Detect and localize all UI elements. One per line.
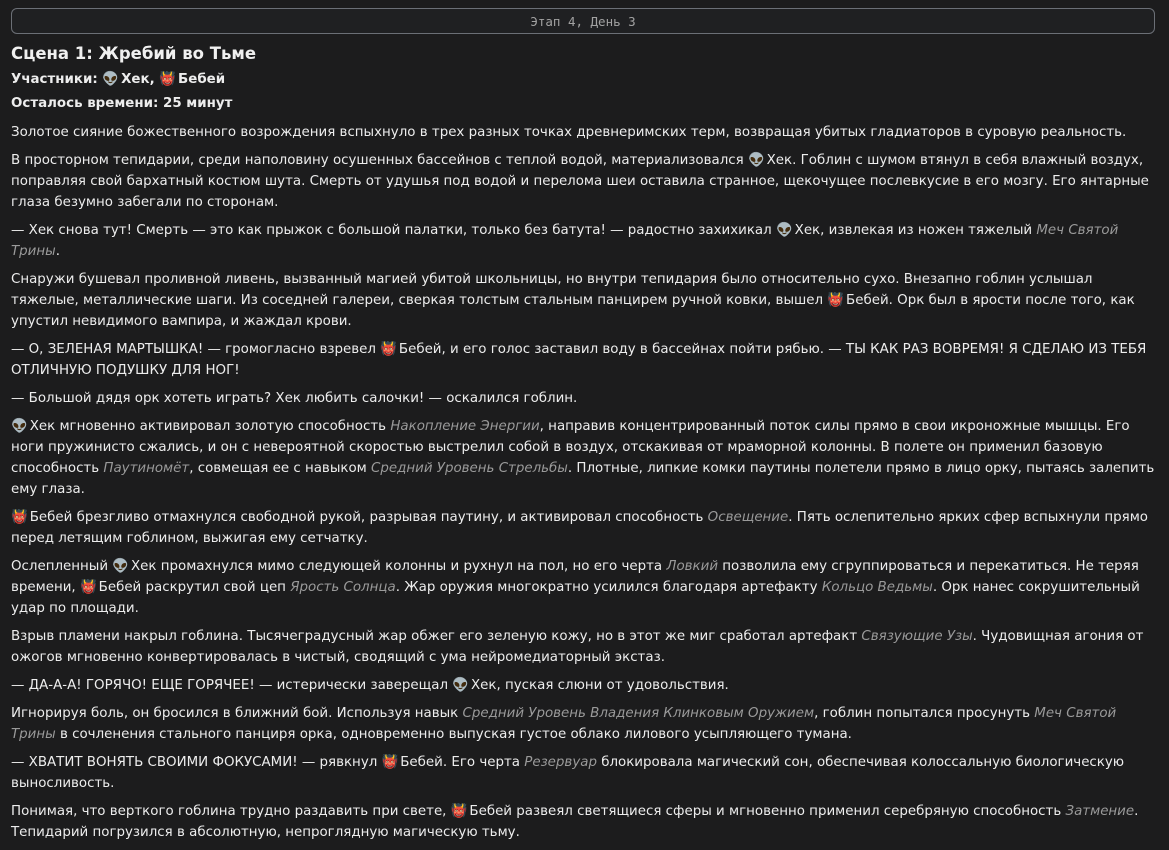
character-name: Бебей [400,755,443,770]
ogre-icon: 👹 [380,342,397,357]
story-paragraph: — ДА-А-А! ГОРЯЧО! ЕЩЕ ГОРЯЧЕЕ! — истерич… [11,675,1159,696]
text-run: — Хек снова тут! Смерть — это как прыжок… [11,223,776,238]
time-left: Осталось времени: 25 минут [11,96,233,111]
character-tag-hek: 👽 Хек [112,559,156,574]
ability-term: Ярость Солнца [290,580,396,595]
ability-term: Освещение [707,510,789,525]
character-name: Хек [470,678,497,693]
text-run: — ХВАТИТ ВОНЯТЬ СВОИМИ ФОКУСАМИ! — рявкн… [11,755,382,770]
character-name: Хек [794,223,821,238]
text-run: брезгливо отмахнулся свободной рукой, ра… [72,510,708,525]
alien-icon: 👽 [775,223,793,238]
story-paragraph: Понимая, что верткого гоблина трудно раз… [11,801,1159,843]
character-name: Бебей [29,510,73,525]
ogre-icon: 👹 [159,72,177,87]
character-name: Бебей [98,580,142,595]
participant-hek: 👽 Хек [102,72,149,87]
character-tag-bebey: 👹 Бебей [382,755,443,770]
character-name: Хек [766,153,793,168]
scene-content: Сцена 1: Жребий во Тьме Участники: 👽 Хек,… [11,40,1159,850]
ability-term: Связующие Узы [861,629,973,644]
alien-icon: 👽 [102,72,120,87]
ability-term: Кольцо Ведьмы [821,580,933,595]
story-paragraph: — О, ЗЕЛЕНАЯ МАРТЫШКА! — громогласно взр… [11,339,1159,381]
text-run: Золотое сияние божественного возрождения… [11,125,1127,140]
text-run: — ДА-А-А! ГОРЯЧО! ЕЩЕ ГОРЯЧЕЕ! — истерич… [11,678,453,693]
story-paragraph: — Большой дядя орк хотеть играть? Хек лю… [11,388,1159,409]
top-toolbar-edge [0,0,1169,6]
participants-label: Участники: [11,72,98,87]
participants-separator: , [149,72,155,87]
scene-title: Сцена 1: Жребий во Тьме [11,44,257,63]
story-paragraph: Снаружи бушевал проливной ливень, вызван… [11,269,1159,332]
story-paragraph: 👽 Хек мгновенно активировал золотую спосо… [11,416,1159,500]
character-tag-hek: 👽 Хек [776,223,820,238]
participant-hek-name: Хек [121,72,150,87]
ogre-icon: 👹 [79,580,97,595]
character-tag-hek: 👽 Хек [748,153,792,168]
ogre-icon: 👹 [381,755,399,770]
ability-term: Ловкий [666,559,719,574]
story-paragraph: Золотое сияние божественного возрождения… [11,122,1159,143]
ogre-icon: 👹 [11,510,28,525]
story-paragraph: Взрыв пламени накрыл гоблина. Тысячеград… [11,626,1159,668]
text-run: промахнулся мимо следующей колонны и рух… [156,559,667,574]
participant-bebey-name: Бебей [178,72,226,87]
stage-day-label: Этап 4, День 3 [530,13,636,29]
character-name: Хек [130,559,157,574]
story-paragraph: В просторном тепидарии, среди наполовину… [11,150,1159,213]
character-name: Бебей [846,293,889,308]
character-tag-bebey: 👹 Бебей [827,293,888,308]
story-paragraph: — Хек снова тут! Смерть — это как прыжок… [11,220,1159,262]
text-run: В просторном тепидарии, среди наполовину… [11,153,748,168]
text-run: . [55,244,60,259]
text-run: — О, ЗЕЛЕНАЯ МАРТЫШКА! — громогласно взр… [11,342,381,357]
ability-term: Резервуар [524,755,597,770]
alien-icon: 👽 [112,559,129,574]
text-run: . Жар оружия многократно усилился благод… [395,580,822,595]
text-run: Взрыв пламени накрыл гоблина. Тысячеград… [11,629,862,644]
ability-term: Накопление Энергии [390,419,540,434]
text-run: раскрутил свой цеп [141,580,291,595]
text-run: Игнорируя боль, он бросился в ближний бо… [11,706,463,721]
character-tag-hek: 👽 Хек [452,678,496,693]
story-text: Золотое сияние божественного возрождения… [11,122,1159,843]
story-paragraph: — ХВАТИТ ВОНЯТЬ СВОИМИ ФОКУСАМИ! — рявкн… [11,752,1159,794]
character-tag-hek: 👽 Хек [11,419,55,434]
text-run: в сочленения стального панциря орка, одн… [55,727,852,742]
text-run: — Большой дядя орк хотеть играть? Хек лю… [11,391,578,406]
stage-day-indicator: Этап 4, День 3 [11,8,1155,34]
character-tag-bebey: 👹 Бебей [380,342,441,357]
story-paragraph: Игнорируя боль, он бросился в ближний бо… [11,703,1159,745]
text-run: , совмещая ее с навыком [189,461,372,476]
story-paragraph: 👹 Бебей брезгливо отмахнулся свободной ру… [11,507,1159,549]
alien-icon: 👽 [452,678,469,693]
ability-term: Паутиномёт [103,461,190,476]
story-paragraph: Ослепленный 👽 Хек промахнулся мимо следую… [11,556,1159,619]
character-name: Хек [29,419,56,434]
character-tag-bebey: 👹 Бебей [80,580,141,595]
participants-line: Участники: 👽 Хек, 👹 Бебей [11,68,1159,92]
text-run: Ослепленный [11,559,113,574]
text-run: , пуская слюни от удовольствия. [496,678,729,693]
ogre-icon: 👹 [827,293,845,308]
alien-icon: 👽 [11,419,28,434]
character-name: Бебей [398,342,442,357]
character-tag-bebey: 👹 Бебей [11,510,72,525]
text-run: , гоблин попытался просунуть [814,706,1035,721]
participant-bebey: 👹 Бебей [159,72,225,87]
ability-term: Средний Уровень Стрельбы [371,461,568,476]
text-run: , извлекая из ножен тяжелый [820,223,1037,238]
text-run: . Его черта [442,755,525,770]
alien-icon: 👽 [747,153,765,168]
ability-term: Средний Уровень Владения Клинковым Оружи… [462,706,815,721]
text-run: мгновенно активировал золотую способност… [55,419,391,434]
